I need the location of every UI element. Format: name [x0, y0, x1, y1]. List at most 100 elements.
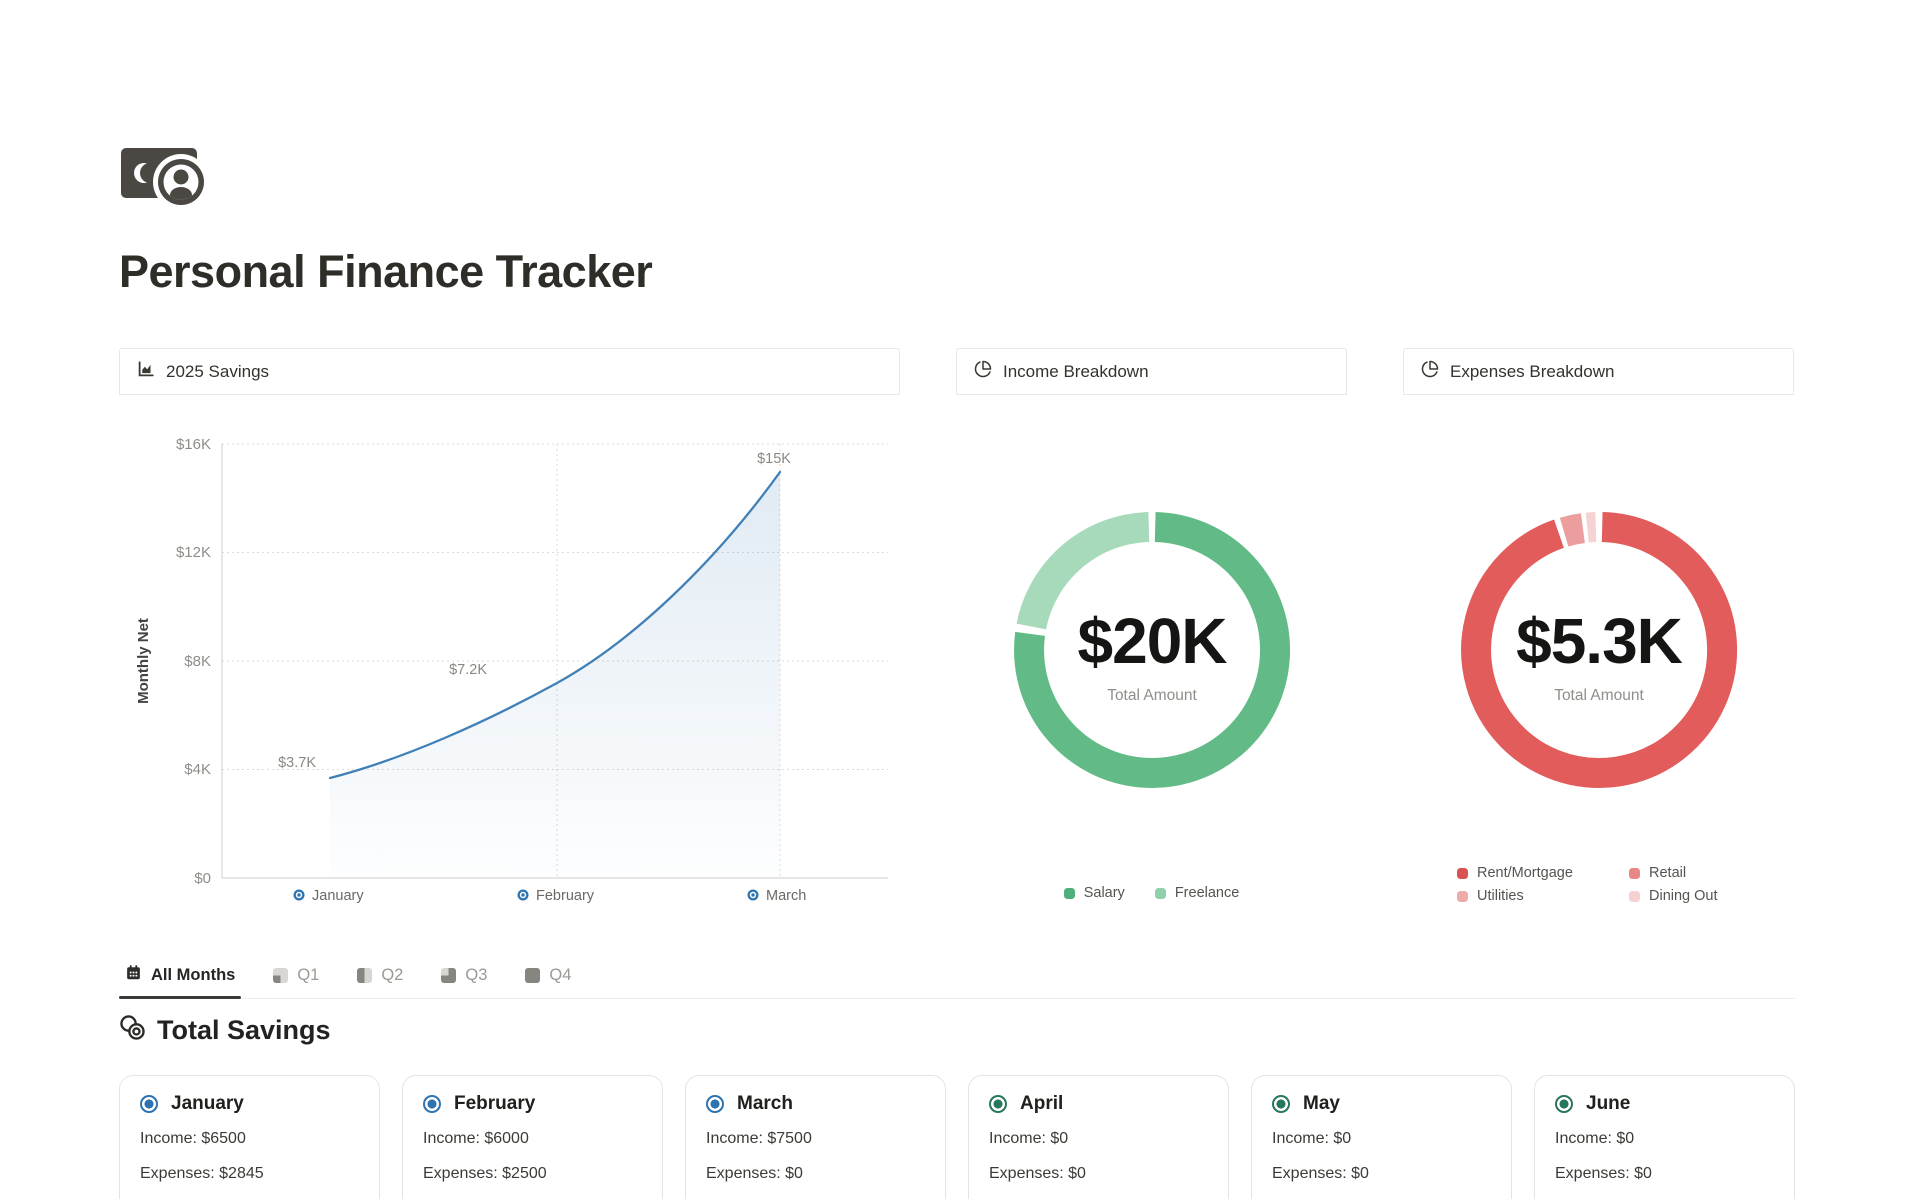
- month-expenses: Expenses: $0: [1272, 1163, 1491, 1185]
- tab-q3[interactable]: Q3: [435, 958, 493, 998]
- month-name: June: [1586, 1093, 1630, 1115]
- expenses-card-title: Expenses Breakdown: [1450, 362, 1614, 382]
- svg-text:March: March: [766, 888, 806, 904]
- month-marker-icon: [989, 1095, 1007, 1113]
- month-income: Income: $7500: [706, 1128, 925, 1150]
- svg-text:February: February: [536, 888, 595, 904]
- y-axis-title: Monthly Net: [135, 618, 152, 704]
- month-expenses: Expenses: $0: [1555, 1163, 1774, 1185]
- month-expenses: Expenses: $0: [706, 1163, 925, 1185]
- quarter-1-icon: [273, 968, 288, 983]
- freelance-label: Freelance: [1175, 885, 1239, 901]
- calendar-icon: [125, 964, 142, 986]
- expenses-donut-chart: $5.3K Total Amount: [1403, 395, 1794, 912]
- savings-chart-body: $16K $12K $8K $4K $0 Monthly Net $3.7K $…: [119, 395, 900, 912]
- x-label-january: January: [294, 888, 365, 904]
- income-legend: Salary Freelance: [956, 885, 1347, 901]
- months-tab-bar: All Months Q1 Q2 Q3 Q4: [119, 958, 1795, 999]
- retail-swatch: [1629, 868, 1640, 879]
- month-marker-icon: [423, 1095, 441, 1113]
- month-income: Income: $6500: [140, 1128, 359, 1150]
- month-expenses: Expenses: $2845: [140, 1163, 359, 1185]
- area-chart-icon: [137, 360, 155, 383]
- expenses-card-header: Expenses Breakdown: [1403, 348, 1794, 395]
- income-card-header: Income Breakdown: [956, 348, 1347, 395]
- point-label-march: $15K: [757, 451, 791, 467]
- finance-tracker-page: Personal Finance Tracker 2025 Savings: [0, 0, 1920, 1199]
- tab-all-months-label: All Months: [151, 966, 235, 985]
- quarter-3-icon: [441, 968, 456, 983]
- legend-item-utilities: Utilities: [1457, 888, 1629, 904]
- y-tick: $16K: [176, 436, 211, 453]
- y-tick: $0: [194, 870, 211, 887]
- salary-label: Salary: [1084, 885, 1125, 901]
- income-chart-body: $20K Total Amount Salary Freelance: [956, 395, 1347, 912]
- month-marker-icon: [1272, 1095, 1290, 1113]
- pie-chart-icon: [1421, 360, 1439, 383]
- income-donut-chart: $20K Total Amount: [956, 395, 1347, 912]
- expenses-chart-body: $5.3K Total Amount Rent/Mortgage Retail: [1403, 395, 1794, 912]
- legend-item-retail: Retail: [1629, 865, 1718, 881]
- pie-chart-icon: [974, 360, 992, 383]
- tab-q4[interactable]: Q4: [519, 958, 577, 998]
- month-income: Income: $0: [989, 1128, 1208, 1150]
- legend-item-freelance: Freelance: [1155, 885, 1239, 901]
- month-marker-icon: [1555, 1095, 1573, 1113]
- month-income: Income: $0: [1555, 1128, 1774, 1150]
- page-title: Personal Finance Tracker: [119, 249, 1795, 294]
- expenses-total: $5.3K: [1516, 605, 1683, 677]
- month-expenses: Expenses: $2500: [423, 1163, 642, 1185]
- tab-all-months[interactable]: All Months: [119, 958, 241, 998]
- rent-swatch: [1457, 868, 1468, 879]
- month-marker-icon: [706, 1095, 724, 1113]
- month-marker-icon: [140, 1095, 158, 1113]
- month-card-april[interactable]: April Income: $0 Expenses: $0 Net: $0: [968, 1075, 1229, 1199]
- total-savings-title: Total Savings: [157, 1015, 331, 1046]
- point-label-january: $3.7K: [278, 755, 316, 771]
- month-name: March: [737, 1093, 793, 1115]
- tab-q1-label: Q1: [297, 966, 319, 985]
- month-income: Income: $0: [1272, 1128, 1491, 1150]
- dining-label: Dining Out: [1649, 888, 1718, 904]
- month-name: January: [171, 1093, 244, 1115]
- income-chart-card: Income Breakdown $20K Total Amount Salar…: [956, 348, 1347, 912]
- quarter-4-icon: [525, 968, 540, 983]
- utilities-label: Utilities: [1477, 888, 1524, 904]
- total-savings-heading: Total Savings: [119, 1014, 1795, 1046]
- month-card-january[interactable]: January Income: $6500 Expenses: $2845 Ne…: [119, 1075, 380, 1199]
- tab-q4-label: Q4: [549, 966, 571, 985]
- month-card-february[interactable]: February Income: $6000 Expenses: $2500 N…: [402, 1075, 663, 1199]
- month-card-june[interactable]: June Income: $0 Expenses: $0 Net: $0: [1534, 1075, 1795, 1199]
- rent-label: Rent/Mortgage: [1477, 865, 1573, 881]
- tab-q2[interactable]: Q2: [351, 958, 409, 998]
- month-name: February: [454, 1093, 535, 1115]
- legend-item-salary: Salary: [1064, 885, 1125, 901]
- legend-item-rent: Rent/Mortgage: [1457, 865, 1629, 881]
- month-income: Income: $6000: [423, 1128, 642, 1150]
- x-label-march: March: [748, 888, 807, 904]
- utilities-swatch: [1457, 891, 1468, 902]
- y-tick: $4K: [184, 761, 211, 778]
- month-name: April: [1020, 1093, 1063, 1115]
- tab-q2-label: Q2: [381, 966, 403, 985]
- svg-text:January: January: [312, 888, 364, 904]
- expenses-legend: Rent/Mortgage Retail Utilities Dini: [1457, 865, 1718, 904]
- salary-swatch: [1064, 888, 1075, 899]
- savings-card-header: 2025 Savings: [119, 348, 900, 395]
- coins-icon: [119, 1014, 146, 1046]
- legend-item-dining: Dining Out: [1629, 888, 1718, 904]
- savings-line-chart: $16K $12K $8K $4K $0 Monthly Net $3.7K $…: [119, 395, 899, 912]
- savings-chart-card: 2025 Savings: [119, 348, 900, 912]
- tab-q3-label: Q3: [465, 966, 487, 985]
- expenses-total-caption: Total Amount: [1554, 687, 1644, 704]
- month-card-may[interactable]: May Income: $0 Expenses: $0 Net: $0: [1251, 1075, 1512, 1199]
- income-total: $20K: [1078, 605, 1228, 677]
- point-label-february: $7.2K: [449, 662, 487, 678]
- dining-swatch: [1629, 891, 1640, 902]
- cash-and-coin-icon: [119, 138, 219, 210]
- income-total-caption: Total Amount: [1107, 687, 1197, 704]
- x-label-february: February: [518, 888, 595, 904]
- month-expenses: Expenses: $0: [989, 1163, 1208, 1185]
- month-card-march[interactable]: March Income: $7500 Expenses: $0 Net: $7…: [685, 1075, 946, 1199]
- tab-q1[interactable]: Q1: [267, 958, 325, 998]
